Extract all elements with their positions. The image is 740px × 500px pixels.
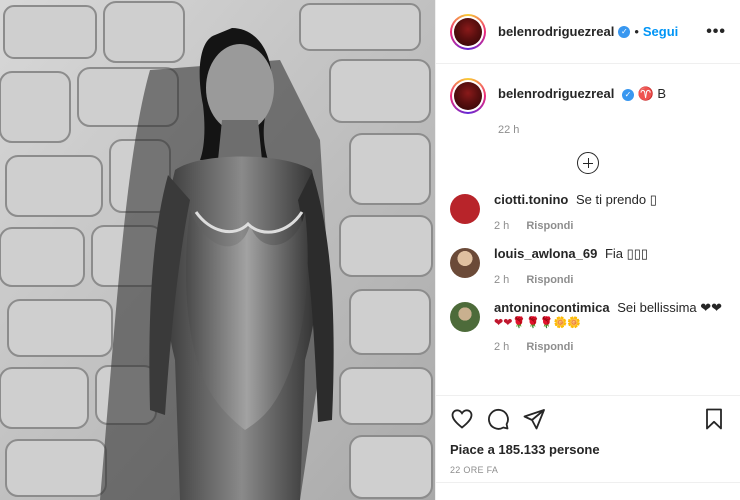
action-icons (450, 404, 726, 434)
reply-button[interactable]: Rispondi (526, 220, 573, 232)
comment-text: Fia ▯▯▯ (604, 246, 649, 261)
comment-text: Sei bellissima ❤❤ (617, 300, 723, 315)
comment-time: 2 h (494, 274, 510, 286)
comment-avatar[interactable] (450, 302, 480, 332)
verified-badge-icon: ✓ (621, 88, 634, 101)
caption: belenrodriguezreal ✓ ♈ B (450, 78, 726, 114)
avatar[interactable] (450, 13, 486, 50)
separator-dot: • (634, 24, 639, 39)
share-icon[interactable] (522, 407, 546, 431)
photo-image (0, 0, 435, 500)
caption-avatar[interactable] (450, 78, 486, 114)
post-header: belenrodriguezreal ✓ • Segui ••• (436, 0, 740, 64)
heart-icon[interactable] (450, 407, 474, 431)
instagram-post: belenrodriguezreal ✓ • Segui ••• belenro… (0, 0, 740, 500)
likes-count[interactable]: Piace a 185.133 persone (450, 442, 726, 457)
caption-text-block: belenrodriguezreal ✓ ♈ B (498, 78, 666, 102)
comments-section: belenrodriguezreal ✓ ♈ B 22 h ciotti.ton… (436, 64, 740, 394)
more-options-icon[interactable]: ••• (706, 23, 726, 41)
post-side-panel: belenrodriguezreal ✓ • Segui ••• belenro… (435, 0, 740, 500)
caption-username[interactable]: belenrodriguezreal (498, 86, 614, 101)
follow-button[interactable]: Segui (643, 24, 678, 39)
comment-username[interactable]: louis_awlona_69 (494, 246, 597, 261)
reply-button[interactable]: Rispondi (526, 274, 573, 286)
avatar-image (454, 17, 482, 46)
comment-username[interactable]: ciotti.tonino (494, 192, 568, 207)
comment-item: ciotti.tonino Se ti prendo ▯ 2 h Rispond… (450, 192, 726, 232)
comment-time: 2 h (494, 341, 510, 353)
post-actions: Piace a 185.133 persone 22 ORE FA (436, 395, 740, 475)
comment-emoji-line: ❤❤🌹🌹🌹🌼🌼 (494, 317, 581, 329)
comment-icon[interactable] (486, 407, 510, 431)
post-photo[interactable] (0, 0, 435, 500)
caption-avatar-image (454, 82, 482, 110)
comment-username[interactable]: antoninocontimica (494, 300, 610, 315)
caption-text: ♈ B (637, 86, 667, 101)
comment-item: louis_awlona_69 Fia ▯▯▯ 2 h Rispondi (450, 246, 726, 286)
post-date: 22 ORE FA (450, 465, 499, 475)
comment-text: Se ti prendo ▯ (576, 192, 657, 207)
reply-button[interactable]: Rispondi (526, 341, 573, 353)
bookmark-icon[interactable] (702, 407, 726, 431)
header-username[interactable]: belenrodriguezreal (498, 24, 614, 39)
load-more-comments-icon[interactable] (577, 152, 599, 174)
comment-item: antoninocontimica Sei bellissima ❤❤ ❤❤🌹🌹… (450, 300, 726, 353)
comment-avatar[interactable] (450, 248, 480, 278)
comment-avatar[interactable] (450, 194, 480, 224)
add-comment-bar[interactable] (436, 482, 740, 500)
caption-timestamp: 22 h (498, 124, 520, 136)
verified-badge-icon: ✓ (618, 25, 631, 38)
comment-time: 2 h (494, 220, 510, 232)
